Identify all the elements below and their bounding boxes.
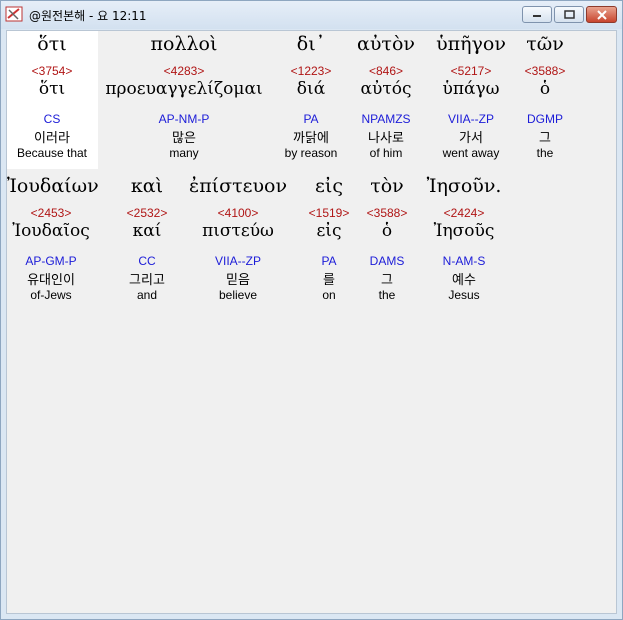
korean-gloss: 나사로 [368,131,404,146]
strong-number: <2532> [126,206,168,220]
korean-gloss: 많은 [172,131,196,146]
word-block[interactable]: τῶν <3588> ὁ DGMP 그 the [515,33,575,173]
strong-number: <1519> [308,206,350,220]
lexical-form: ὑπάγω [442,79,500,99]
strong-number: <3588> [524,64,566,78]
english-gloss: on [322,288,336,302]
english-gloss: many [169,146,199,160]
word-block[interactable]: αὐτὸν <846> αὐτός NPAMZS 나사로 of him [349,33,423,173]
english-gloss: believe [218,288,258,302]
word-block[interactable]: ὑπῆγον <5217> ὑπάγω VIIA--ZP 가서 went awa… [427,33,515,173]
morphology-code: N-AM-S [442,254,486,268]
greek-word: δι᾽ [296,33,326,55]
app-logo-icon [5,6,23,22]
korean-gloss: 이러라 [34,131,70,146]
morphology-code: NPAMZS [361,112,411,126]
word-block[interactable]: ἐπίστευον <4100> πιστεύω VIIA--ZP 믿음 bel… [181,175,295,315]
greek-word: ὑπῆγον [436,33,506,55]
morphology-code: CC [138,254,156,268]
lexical-form: καί [132,221,162,241]
strong-number: <4283> [163,64,205,78]
strong-number: <2453> [30,206,72,220]
lexical-form: ὁ [381,221,393,241]
word-block[interactable]: πολλοὶ <4283> προευαγγελίζομαι AP-NM-P 많… [99,33,269,173]
lexical-form: προευαγγελίζομαι [105,79,263,99]
english-gloss: the [536,146,554,160]
korean-gloss: 가서 [459,131,483,146]
greek-word: καὶ [130,175,164,197]
lexical-form: αὐτός [360,79,412,99]
strong-number: <3754> [31,64,73,78]
lexical-form: εἰς [316,221,342,241]
lexical-form: διά [296,79,326,99]
morphology-code: AP-NM-P [158,112,210,126]
app-window: @원전본해 - 요 12:11 ὅτι <3754> ὅτι CS 이러라 Be… [0,0,623,620]
greek-word: ἐπίστευον [189,175,287,197]
morphology-code: VIIA--ZP [447,112,494,126]
english-gloss: Because that [16,146,88,160]
english-gloss: of-Jews [30,288,72,302]
lexical-form: ὁ [539,79,551,99]
window-title: @원전본해 - 요 12:11 [29,9,147,23]
english-gloss: Jesus [448,288,480,302]
minimize-icon [533,14,541,17]
interlinear-panel[interactable]: ὅτι <3754> ὅτι CS 이러라 Because that πολλο… [6,30,617,614]
strong-number: <1223> [290,64,332,78]
english-gloss: went away [442,146,500,160]
maximize-icon [563,10,575,19]
strong-number: <846> [368,64,404,78]
close-icon [596,9,607,20]
word-block[interactable]: εἰς <1519> εἰς PA 를 on [301,175,357,315]
korean-gloss: 유대인이 [27,273,75,288]
title-bar[interactable]: @원전본해 - 요 12:11 [1,1,622,29]
english-gloss: and [136,288,158,302]
strong-number: <5217> [450,64,492,78]
greek-word: αὐτὸν [357,33,415,55]
word-block[interactable]: Ἰησοῦν. <2424> Ἰησοῦς N-AM-S 예수 Jesus [419,175,509,315]
morphology-code: AP-GM-P [25,254,77,268]
morphology-code: PA [303,112,319,126]
korean-gloss: 예수 [452,273,476,288]
morphology-code: CS [43,112,61,126]
lexical-form: Ἰησοῦς [433,221,495,241]
greek-word: τῶν [526,33,564,55]
morphology-code: PA [321,254,337,268]
korean-gloss: 그 [539,131,551,146]
lexical-form: πιστεύω [202,221,274,241]
word-block[interactable]: Ἰουδαίων <2453> Ἰουδαῖος AP-GM-P 유대인이 of… [7,175,99,315]
korean-gloss: 그리고 [129,273,165,288]
minimize-button[interactable] [522,6,552,23]
english-gloss: by reason [284,146,338,160]
strong-number: <4100> [217,206,259,220]
word-block[interactable]: ὅτι <3754> ὅτι CS 이러라 Because that [7,33,97,173]
close-button[interactable] [586,6,617,23]
korean-gloss: 를 [323,273,335,288]
word-block[interactable]: καὶ <2532> καί CC 그리고 and [115,175,179,315]
greek-word: Ἰησοῦν. [426,175,502,197]
korean-gloss: 까닭에 [293,131,329,146]
greek-word: τὸν [370,175,404,197]
lexical-form: Ἰουδαῖος [12,221,90,241]
greek-word: πολλοὶ [150,33,218,55]
english-gloss: of him [369,146,403,160]
greek-word: ὅτι [37,33,67,55]
korean-gloss: 그 [381,273,393,288]
morphology-code: VIIA--ZP [214,254,261,268]
greek-word: Ἰουδαίων [7,175,99,197]
word-block[interactable]: τὸν <3588> ὁ DAMS 그 the [359,175,415,315]
morphology-code: DAMS [369,254,405,268]
maximize-button[interactable] [554,6,584,23]
english-gloss: the [378,288,396,302]
morphology-code: DGMP [527,112,563,126]
word-block[interactable]: δι᾽ <1223> διά PA 까닭에 by reason [273,33,349,173]
korean-gloss: 믿음 [226,273,250,288]
lexical-form: ὅτι [38,79,66,99]
strong-number: <3588> [366,206,408,220]
greek-word: εἰς [315,175,343,197]
strong-number: <2424> [443,206,485,220]
